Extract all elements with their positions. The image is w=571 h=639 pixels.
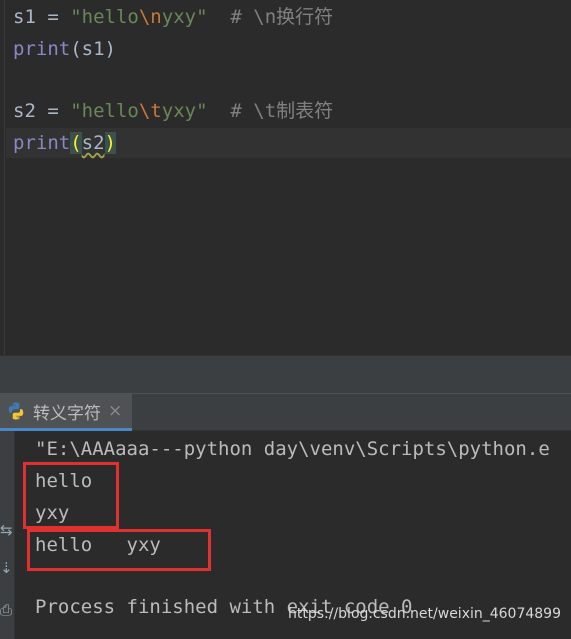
- python-icon: [8, 402, 24, 420]
- run-tab[interactable]: 转义字符 ×: [0, 394, 133, 431]
- code-line-5-current[interactable]: print(s2): [6, 128, 571, 158]
- paren-close: ): [104, 132, 116, 154]
- variable-s2: s2: [13, 100, 36, 122]
- paren-open: (: [70, 132, 82, 154]
- code-line-1[interactable]: s1 = "hello\nyxy" # \n换行符: [13, 2, 333, 32]
- console-output[interactable]: ⇆ ⇣ ⎙ "E:\AAAaaa---python day\venv\Scrip…: [0, 431, 571, 639]
- pin-icon[interactable]: ⇣: [0, 559, 13, 577]
- string-literal: "hello: [70, 6, 139, 28]
- print-builtin: print: [13, 132, 71, 154]
- console-line-command: "E:\AAAaaa---python day\venv\Scripts\pyt…: [35, 438, 550, 460]
- code-line-2[interactable]: print(s1): [13, 34, 116, 64]
- run-toolwindow-header: 转义字符 ×: [0, 393, 571, 431]
- print-builtin: print: [13, 38, 71, 60]
- variable-s1: s1: [13, 6, 36, 28]
- assign-operator: =: [35, 6, 71, 28]
- assign-operator: =: [35, 100, 71, 122]
- escape-sequence: \n: [138, 6, 162, 28]
- print-icon[interactable]: ⎙: [0, 601, 12, 619]
- string-literal-end: yxy": [161, 6, 208, 28]
- annotation-box-newline: [23, 462, 119, 529]
- call-args: (s1): [70, 38, 116, 60]
- editor-gutter-divider: [4, 0, 5, 355]
- annotation-box-tab: [27, 529, 211, 571]
- string-literal-end: yxy": [161, 100, 208, 122]
- comment: # \n换行符: [207, 6, 334, 28]
- panel-splitter[interactable]: [0, 355, 571, 394]
- console-toolbar: ⇆ ⇣ ⎙: [0, 431, 15, 639]
- watermark: https://blog.csdn.net/weixin_46074899: [287, 606, 561, 622]
- code-line-4[interactable]: s2 = "hello\tyxy" # \t制表符: [13, 96, 333, 126]
- code-editor[interactable]: s1 = "hello\nyxy" # \n换行符 print(s1) s2 =…: [0, 0, 571, 355]
- close-icon[interactable]: ×: [108, 401, 122, 421]
- string-literal: "hello: [70, 100, 139, 122]
- comment: # \t制表符: [207, 100, 334, 122]
- wrap-icon[interactable]: ⇆: [0, 521, 13, 539]
- escape-sequence: \t: [138, 100, 162, 122]
- call-arg-s2: s2: [81, 132, 105, 154]
- run-tab-label: 转义字符: [33, 403, 101, 424]
